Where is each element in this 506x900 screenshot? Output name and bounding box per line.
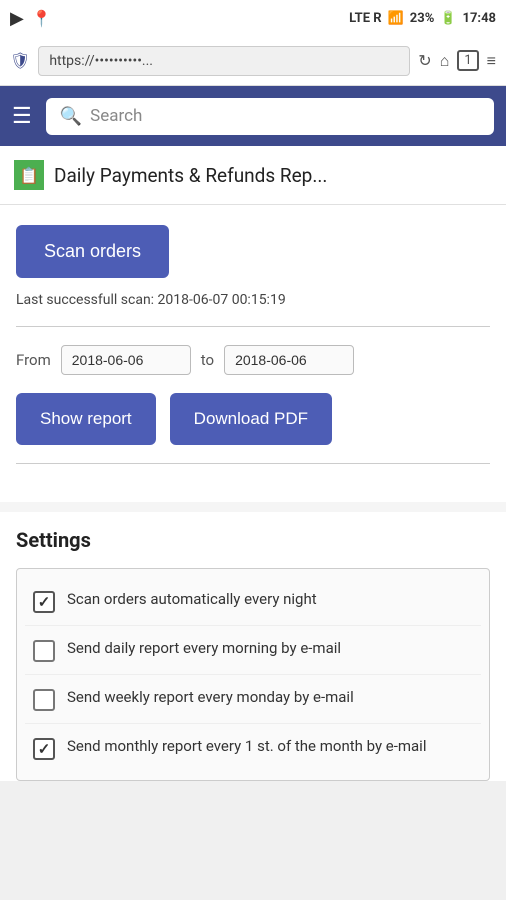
download-pdf-button[interactable]: Download PDF — [170, 393, 332, 445]
tab-icon[interactable]: 1 — [457, 50, 478, 71]
last-scan-info: Last successfull scan: 2018-06-07 00:15:… — [16, 292, 490, 308]
refresh-icon[interactable]: ↻ — [418, 51, 431, 70]
status-bar: ▶ 📍 LTE R 📶 23% 🔋 17:48 — [0, 0, 506, 36]
setting-item-1: Send daily report every morning by e-mai… — [25, 626, 481, 675]
app-header: ☰ 🔍 Search — [0, 86, 506, 146]
setting-label-1: Send daily report every morning by e-mai… — [67, 638, 341, 659]
page-icon: 📋 — [14, 160, 44, 190]
settings-section: Settings Scan orders automatically every… — [0, 512, 506, 781]
main-section: Scan orders Last successfull scan: 2018-… — [0, 205, 506, 502]
setting-checkbox-2[interactable] — [33, 689, 55, 711]
address-bar: 🛡 https://••••••••••... ↻ ⌂ 1 ≡ — [0, 36, 506, 86]
action-buttons: Show report Download PDF — [16, 393, 490, 445]
from-date-input[interactable] — [61, 345, 191, 375]
setting-label-3: Send monthly report every 1 st. of the m… — [67, 736, 426, 757]
from-label: From — [16, 351, 51, 369]
signal-bars: 📶 — [388, 11, 404, 26]
setting-label-2: Send weekly report every monday by e-mai… — [67, 687, 354, 708]
menu-icon[interactable]: ≡ — [487, 51, 496, 71]
phone-icon: 📍 — [32, 9, 52, 28]
date-range: From to — [16, 345, 490, 375]
page-title: Daily Payments & Refunds Rep... — [54, 164, 327, 187]
lte-indicator: LTE R — [349, 11, 382, 26]
home-icon[interactable]: ⌂ — [440, 51, 450, 71]
setting-checkbox-1[interactable] — [33, 640, 55, 662]
to-label: to — [201, 351, 214, 369]
hamburger-menu-icon[interactable]: ☰ — [12, 104, 32, 129]
url-bar[interactable]: https://••••••••••... — [38, 46, 410, 76]
page-title-bar: 📋 Daily Payments & Refunds Rep... — [0, 146, 506, 205]
settings-title: Settings — [16, 528, 490, 552]
search-bar[interactable]: 🔍 Search — [46, 98, 494, 135]
setting-checkbox-0[interactable] — [33, 591, 55, 613]
url-text: https://••••••••••... — [49, 53, 153, 69]
setting-item-2: Send weekly report every monday by e-mai… — [25, 675, 481, 724]
setting-checkbox-3[interactable] — [33, 738, 55, 760]
divider-2 — [16, 463, 490, 464]
to-date-input[interactable] — [224, 345, 354, 375]
setting-item-3: Send monthly report every 1 st. of the m… — [25, 724, 481, 772]
show-report-button[interactable]: Show report — [16, 393, 156, 445]
search-icon: 🔍 — [60, 106, 82, 127]
search-placeholder: Search — [90, 106, 142, 126]
setting-label-0: Scan orders automatically every night — [67, 589, 317, 610]
divider-1 — [16, 326, 490, 327]
settings-card: Scan orders automatically every night Se… — [16, 568, 490, 781]
scan-orders-button[interactable]: Scan orders — [16, 225, 169, 278]
battery-icon: 🔋 — [440, 11, 456, 26]
battery-percent: 23% — [410, 11, 435, 26]
clock: 17:48 — [463, 11, 497, 26]
shield-icon: 🛡 — [10, 51, 30, 70]
page-content: 📋 Daily Payments & Refunds Rep... Scan o… — [0, 146, 506, 781]
setting-item-0: Scan orders automatically every night — [25, 577, 481, 626]
play-icon: ▶ — [10, 8, 24, 29]
